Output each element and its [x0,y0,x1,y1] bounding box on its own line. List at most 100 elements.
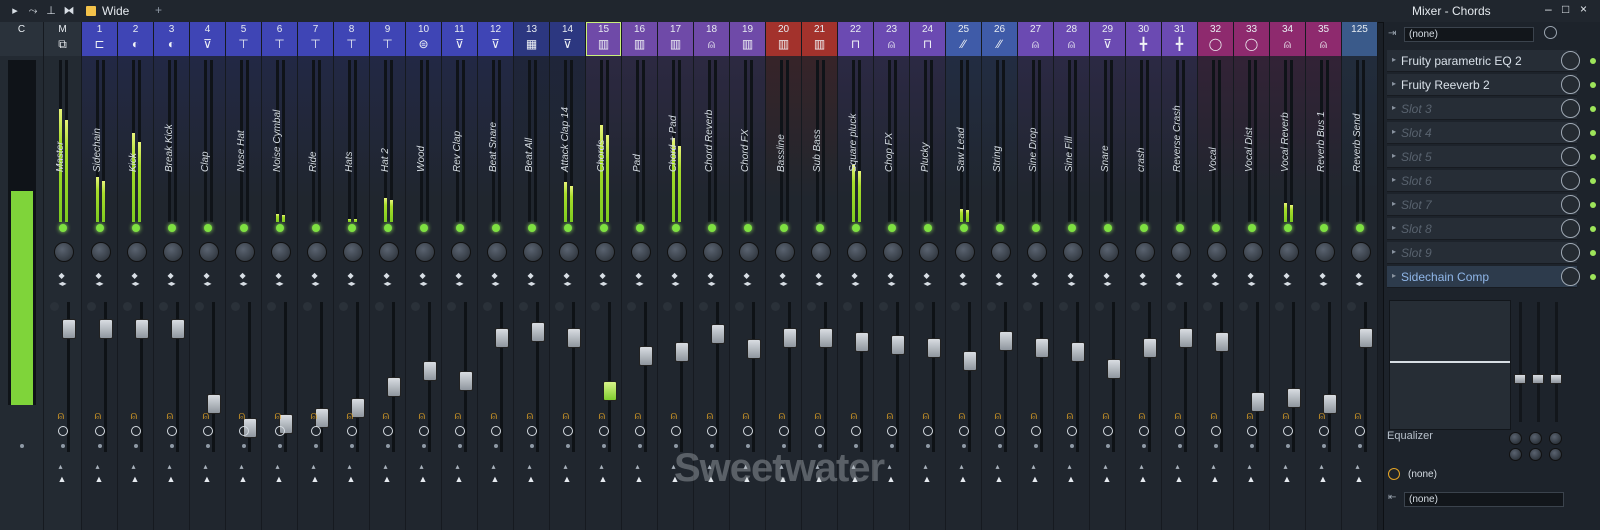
stereo-knob[interactable] [446,302,456,311]
stereo-knob[interactable] [1022,302,1032,311]
stereo-knob[interactable] [590,302,600,311]
send-arrow-icon[interactable]: ▲ [383,474,392,484]
volume-fader[interactable] [782,328,797,349]
effect-slot-1[interactable]: ▸ Fruity parametric EQ 2 [1387,50,1596,72]
slot-enable-led[interactable] [1590,226,1596,232]
send-up-icon[interactable]: ▴ [924,462,928,471]
mixer-track-125[interactable]: 125 Reverb Send ◆ ◂▸ ⍝ ▴ ▲ [1342,22,1378,530]
volume-fader[interactable] [98,319,113,340]
pan-knob[interactable] [738,242,759,262]
route-icon[interactable]: ⍝ [635,410,642,423]
stereo-knob[interactable] [374,302,384,311]
route-icon[interactable]: ⍝ [1319,410,1326,423]
stereo-knob[interactable] [698,302,708,311]
route-icon[interactable]: ⍝ [1283,410,1290,423]
route-icon[interactable]: ⍝ [491,410,498,423]
eq-band-mid-fader[interactable] [1532,374,1544,384]
output-clock-icon[interactable] [1388,468,1400,480]
volume-fader[interactable] [1070,341,1085,362]
latency-clock-icon[interactable] [1282,426,1293,436]
stereo-knob[interactable] [662,302,672,311]
latency-clock-icon[interactable] [922,426,933,436]
track-header[interactable]: 9 ⊤ [370,22,405,56]
stereo-separation-icon[interactable]: ◆ ◂▸ [1212,272,1220,288]
send-arrow-icon[interactable]: ▲ [1103,474,1112,484]
send-arrow-icon[interactable]: ▲ [347,474,356,484]
route-icon[interactable]: ⍝ [203,410,210,423]
latency-clock-icon[interactable] [1030,426,1041,436]
send-up-icon[interactable]: ▴ [456,462,460,471]
mute-led[interactable] [995,224,1004,232]
track-name[interactable]: Reverse Crash [1172,105,1183,172]
send-up-icon[interactable]: ▴ [204,462,208,471]
slot-expand-icon[interactable]: ▸ [1392,151,1396,160]
stereo-knob[interactable] [770,302,780,311]
send-arrow-icon[interactable]: ▲ [1355,474,1364,484]
stereo-separation-icon[interactable]: ◆ ◂▸ [96,272,104,288]
mixer-track-26[interactable]: 26 ∕∕ String ◆ ◂▸ ⍝ ▴ ▲ [982,22,1018,530]
volume-fader[interactable] [458,370,473,391]
send-up-icon[interactable]: ▴ [1320,462,1324,471]
stereo-knob[interactable] [158,302,168,311]
mute-led[interactable] [1103,224,1112,232]
track-name[interactable]: Rev Clap [452,131,463,172]
close-button[interactable]: × [1580,2,1587,16]
track-name[interactable]: Chord Reverb [704,110,715,172]
mute-led[interactable] [275,224,284,232]
send-up-icon[interactable]: ▴ [1032,462,1036,471]
mute-led[interactable] [527,224,536,232]
mixer-track-10[interactable]: 10 ⊜ Wood ◆ ◂▸ ⍝ ▴ ▲ [406,22,442,530]
mixer-track-30[interactable]: 30 ╋ crash ◆ ◂▸ ⍝ ▴ ▲ [1126,22,1162,530]
track-name[interactable]: Sub Bass [812,129,823,172]
stereo-knob[interactable] [1202,302,1212,311]
track-header[interactable]: 32 ◯ [1198,22,1233,56]
stereo-separation-icon[interactable]: ◆ ◂▸ [384,272,392,288]
pan-knob[interactable] [162,242,183,262]
latency-clock-icon[interactable] [166,426,177,436]
route-icon[interactable]: ⍝ [383,410,390,423]
track-name[interactable]: Chop FX [884,133,895,172]
eq-knob-mid[interactable] [1529,432,1542,445]
send-up-icon[interactable]: ▴ [276,462,280,471]
track-name[interactable]: Vocal Reverb [1280,112,1291,172]
send-arrow-icon[interactable]: ▲ [58,474,67,484]
stereo-separation-icon[interactable]: ◆ ◂▸ [204,272,212,288]
pan-knob[interactable] [450,242,471,262]
track-header[interactable]: 13 ▦ [514,22,549,56]
track-header[interactable]: 12 ⊽ [478,22,513,56]
pan-knob[interactable] [414,242,435,262]
mixer-track-2[interactable]: 2 ◐ Kick ◆ ◂▸ ⍝ ▴ ▲ [118,22,154,530]
send-up-icon[interactable]: ▴ [492,462,496,471]
track-name[interactable]: Noise Cymbal [272,110,283,172]
track-name[interactable]: Break Kick [164,124,175,172]
send-up-icon[interactable]: ▴ [59,462,63,471]
latency-clock-icon[interactable] [274,426,285,436]
stereo-knob[interactable] [266,302,276,311]
send-arrow-icon[interactable]: ▲ [419,474,428,484]
route-icon[interactable]: ⍝ [707,410,714,423]
stereo-knob[interactable] [49,302,59,311]
stereo-knob[interactable] [482,302,492,311]
pan-knob[interactable] [666,242,687,262]
send-up-icon[interactable]: ▴ [168,462,172,471]
mute-led[interactable] [779,224,788,232]
slot-mix-knob[interactable] [1561,75,1580,94]
track-header[interactable]: 7 ⊤ [298,22,333,56]
track-header[interactable]: 1 ⊏ [82,22,117,56]
send-arrow-icon[interactable]: ▲ [491,474,500,484]
route-icon[interactable]: ⍝ [923,410,930,423]
mixer-track-15[interactable]: 15 ▥ Chords ◆ ◂▸ ⍝ ▴ ▲ [586,22,622,530]
stereo-separation-icon[interactable]: ◆ ◂▸ [168,272,176,288]
volume-fader[interactable] [818,328,833,349]
route-icon[interactable]: ⍝ [419,410,426,423]
slot-label[interactable]: Sidechain Comp [1401,270,1489,284]
send-up-icon[interactable]: ▴ [384,462,388,471]
route-icon[interactable]: ⍝ [311,410,318,423]
volume-fader[interactable] [386,377,401,398]
stereo-knob[interactable] [1094,302,1104,311]
track-header[interactable]: 4 ⊽ [190,22,225,56]
track-header[interactable]: 18 ⍝ [694,22,729,56]
pan-knob[interactable] [954,242,975,262]
track-header[interactable]: 28 ⍝ [1054,22,1089,56]
stereo-knob[interactable] [1310,302,1320,311]
